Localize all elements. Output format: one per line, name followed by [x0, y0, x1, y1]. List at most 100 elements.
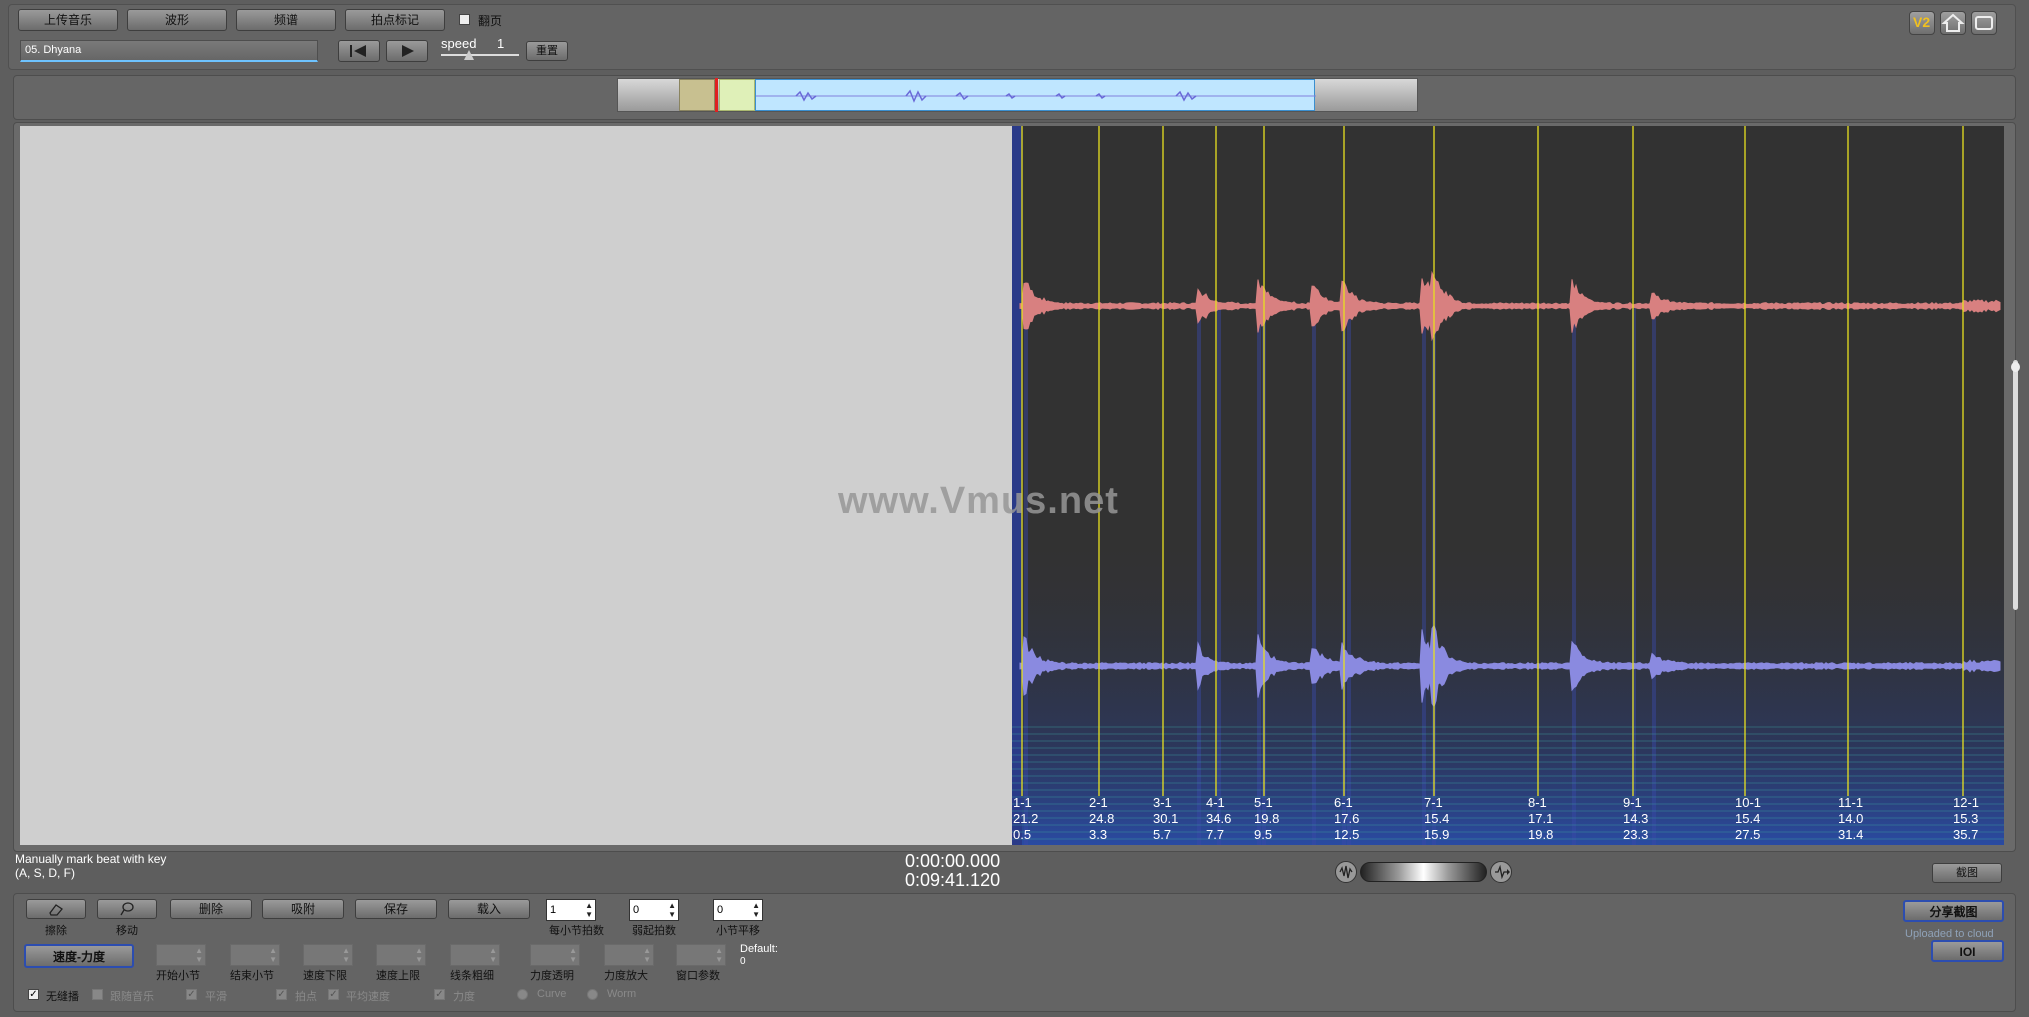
end-bar-input: ▲ ▼ — [230, 944, 280, 966]
beat-marker-time: 9.5 — [1254, 827, 1273, 842]
dynamics-zoom-input: ▲ ▼ — [604, 944, 654, 966]
avg-tempo-checkbox: ✓ — [328, 989, 339, 1000]
current-time: 0:00:00.000 — [905, 851, 1001, 871]
beat-mode-icon[interactable] — [1490, 861, 1512, 883]
default-value: 0 — [740, 956, 746, 967]
beat-marker-tempo: 19.8 — [1254, 811, 1280, 826]
beats-per-bar-input[interactable]: 1 ▲ ▼ — [546, 899, 596, 921]
dynamics-label: 力度 — [453, 991, 475, 1003]
screenshot-button[interactable]: 截图 — [1932, 863, 2002, 883]
spectrogram-graph — [1012, 126, 2004, 845]
metronome-label: 无缝播 — [46, 991, 79, 1003]
speed-label: speed — [441, 36, 477, 51]
beat-marker-time: 23.3 — [1623, 827, 1649, 842]
line-thickness-input: ▲ ▼ — [450, 944, 500, 966]
tempo-upper-label: 速度上限 — [376, 970, 420, 982]
default-label: Default: — [740, 943, 778, 955]
tempo-upper-input: ▲ ▼ — [376, 944, 426, 966]
beat-marker-bar: 6-1 — [1334, 795, 1353, 810]
beat-label: 拍点 — [295, 991, 317, 1003]
bar-shift-input[interactable]: 0 ▲ ▼ — [713, 899, 763, 921]
move-icon — [120, 902, 134, 916]
reset-button[interactable]: 重置 — [526, 41, 568, 61]
speed-value: 1 — [497, 36, 505, 51]
overview-playhead[interactable] — [715, 78, 718, 112]
beat-marker-time: 5.7 — [1153, 827, 1172, 842]
hint-line2: (A, S, D, F) — [15, 866, 75, 880]
metronome-checkbox[interactable]: ✓ — [28, 989, 39, 1000]
vertical-scrollbar[interactable] — [2013, 360, 2018, 610]
beat-marker-bar: 1-1 — [1013, 795, 1032, 810]
erase-label: 擦除 — [45, 925, 67, 937]
beat-marker-time: 12.5 — [1334, 827, 1360, 842]
beat-marker-bar: 10-1 — [1735, 795, 1762, 810]
bar-shift-label: 小节平移 — [716, 925, 760, 937]
beat-marker-time: 19.8 — [1528, 827, 1554, 842]
beat-marker-bar: 11-1 — [1838, 795, 1864, 810]
total-time: 0:09:41.120 — [905, 870, 1001, 890]
scrollbar-thumb[interactable] — [2011, 362, 2020, 372]
beat-marker-time: 35.7 — [1953, 827, 1979, 842]
beat-marker-time: 31.4 — [1838, 827, 1864, 842]
beat-marker-bar: 7-1 — [1424, 795, 1443, 810]
speed-slider-thumb[interactable] — [464, 50, 474, 60]
share-screenshot-button[interactable]: 分享截图 — [1903, 900, 2004, 922]
page-turn-checkbox[interactable] — [459, 14, 470, 25]
overview-region-start[interactable] — [679, 79, 715, 111]
pickup-beats-input[interactable]: 0 ▲ ▼ — [629, 899, 679, 921]
beat-marker-tempo: 15.4 — [1735, 811, 1761, 826]
upload-music-button[interactable]: 上传音乐 — [18, 9, 118, 31]
volume-slider[interactable] — [1360, 862, 1487, 882]
worm-radio — [587, 989, 598, 1000]
line-thickness-label: 线条粗细 — [450, 970, 494, 982]
overview-waveform[interactable] — [755, 79, 1316, 111]
start-bar-label: 开始小节 — [156, 970, 200, 982]
skip-back-icon — [350, 45, 366, 57]
waveform-button[interactable]: 波形 — [127, 9, 227, 31]
window-param-label: 窗口参数 — [676, 970, 720, 982]
beat-marker-bar: 2-1 — [1089, 795, 1108, 810]
speed-slider-track[interactable] — [441, 54, 519, 56]
erase-button[interactable] — [26, 899, 86, 919]
beat-mark-button[interactable]: 拍点标记 — [345, 9, 445, 31]
waveform-mode-icon[interactable] — [1335, 861, 1357, 883]
move-button[interactable] — [97, 899, 157, 919]
beats-per-bar-label: 每小节拍数 — [549, 925, 604, 937]
overview-region-view[interactable] — [719, 79, 755, 111]
v2-icon[interactable]: V2 — [1909, 11, 1935, 35]
overview-waveform-graph — [756, 89, 1316, 103]
dynamics-transparency-input: ▲ ▼ — [530, 944, 580, 966]
beat-marker-time: 27.5 — [1735, 827, 1761, 842]
beat-marker-tempo: 15.3 — [1953, 811, 1979, 826]
prev-button[interactable] — [338, 40, 380, 62]
beat-marker-bar: 4-1 — [1206, 795, 1225, 810]
beat-marker-bar: 12-1 — [1953, 795, 1980, 810]
hint-line1: Manually mark beat with key — [15, 852, 167, 866]
delete-button[interactable]: 删除 — [170, 899, 252, 919]
play-icon — [402, 45, 414, 57]
play-button[interactable] — [386, 40, 428, 62]
beat-marker-tempo: 17.1 — [1528, 811, 1554, 826]
beat-marker-time: 0.5 — [1013, 827, 1032, 842]
tempo-dynamics-button[interactable]: 速度-力度 — [24, 944, 134, 968]
smooth-checkbox: ✓ — [186, 989, 197, 1000]
track-name-field[interactable]: 05. Dhyana — [20, 40, 318, 62]
beat-marker-tempo: 21.2 — [1013, 811, 1039, 826]
spectrum-button[interactable]: 频谱 — [236, 9, 336, 31]
load-button[interactable]: 载入 — [448, 899, 530, 919]
page-turn-label: 翻页 — [478, 14, 503, 28]
eraser-icon — [49, 904, 63, 916]
home-icon[interactable] — [1940, 11, 1966, 35]
dynamics-zoom-label: 力度放大 — [604, 970, 648, 982]
avg-tempo-label: 平均速度 — [346, 991, 390, 1003]
save-button[interactable]: 保存 — [355, 899, 437, 919]
tempo-lower-input: ▲ ▼ — [303, 944, 353, 966]
beat-checkbox: ✓ — [276, 989, 287, 1000]
window-icon[interactable] — [1971, 11, 1997, 35]
ioi-button[interactable]: IOI — [1931, 940, 2004, 962]
curve-radio — [517, 989, 528, 1000]
beat-marker-bar: 5-1 — [1254, 795, 1273, 810]
spectrogram-view[interactable]: 1-1 21.2 0.5 2-1 24.8 3.3 3-1 30.1 5.7 4-1 34.6 7.7… — [1012, 126, 2004, 845]
snap-button[interactable]: 吸附 — [262, 899, 344, 919]
follow-music-label: 跟随音乐 — [110, 991, 154, 1003]
